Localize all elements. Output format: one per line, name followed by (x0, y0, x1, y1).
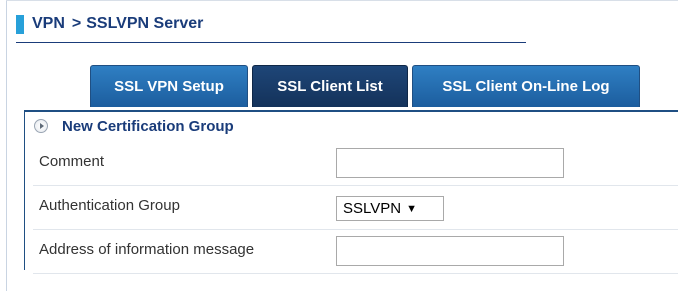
breadcrumb-accent-bar (16, 14, 24, 34)
certification-group-panel: New Certification Group Comment Authenti… (24, 110, 678, 274)
form-row-address-info: Address of information message (33, 230, 678, 274)
dropdown-caret-icon: ▼ (406, 202, 417, 215)
tab-ssl-client-online-log[interactable]: SSL Client On-Line Log (412, 65, 640, 107)
expand-arrow-icon[interactable] (34, 119, 48, 133)
row-divider (33, 273, 678, 274)
address-info-label: Address of information message (39, 241, 255, 258)
form-row-auth-group: Authentication Group SSLVPN ▼ (33, 186, 678, 230)
address-info-input[interactable] (336, 236, 564, 266)
comment-label: Comment (39, 153, 105, 170)
form-rows: Comment Authentication Group SSLVPN ▼ Ad… (33, 142, 678, 274)
top-border (6, 0, 678, 1)
breadcrumb-underline (16, 42, 526, 43)
section-title: New Certification Group (62, 117, 234, 135)
auth-group-label: Authentication Group (39, 197, 180, 214)
form-row-comment: Comment (33, 142, 678, 186)
auth-group-select[interactable]: SSLVPN ▼ (336, 196, 444, 221)
page: VPN > SSLVPN Server SSL VPN Setup SSL Cl… (0, 0, 678, 291)
auth-group-selected-value: SSLVPN (343, 200, 402, 217)
breadcrumb-current: SSLVPN Server (86, 15, 204, 32)
tab-ssl-vpn-setup[interactable]: SSL VPN Setup (90, 65, 248, 107)
section-header: New Certification Group (25, 112, 678, 140)
breadcrumb-separator: > (71, 15, 82, 32)
tab-ssl-client-list[interactable]: SSL Client List (252, 65, 408, 107)
breadcrumb: VPN > SSLVPN Server (16, 14, 203, 34)
comment-input[interactable] (336, 148, 564, 178)
breadcrumb-root[interactable]: VPN (32, 15, 65, 33)
left-border (6, 0, 7, 291)
